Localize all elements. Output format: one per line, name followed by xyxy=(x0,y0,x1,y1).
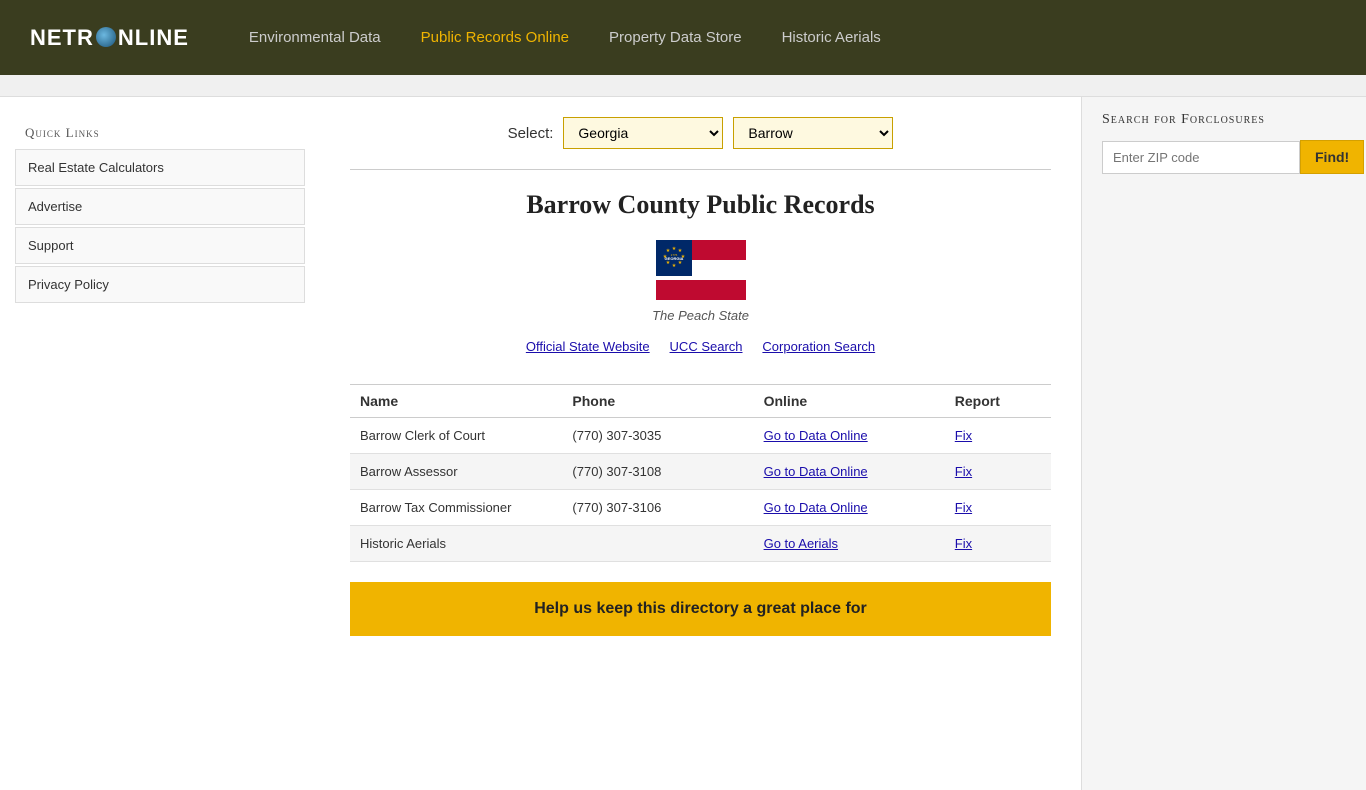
record-online: Go to Data Online xyxy=(754,454,945,490)
page-title: Barrow County Public Records xyxy=(350,190,1051,220)
record-phone: (770) 307-3106 xyxy=(562,490,753,526)
go-to-data-link[interactable]: Go to Data Online xyxy=(764,428,935,443)
col-phone: Phone xyxy=(562,385,753,418)
record-report: Fix xyxy=(945,454,1051,490)
nav-historic-aerials[interactable]: Historic Aerials xyxy=(782,29,881,46)
main-container: Quick Links Real Estate Calculators Adve… xyxy=(0,97,1366,790)
record-name: Barrow Clerk of Court xyxy=(350,418,562,454)
sidebar-item-real-estate[interactable]: Real Estate Calculators xyxy=(15,149,305,186)
official-state-website-link[interactable]: Official State Website xyxy=(526,339,650,354)
nav-property-data[interactable]: Property Data Store xyxy=(609,29,742,46)
sidebar-item-advertise[interactable]: Advertise xyxy=(15,188,305,225)
go-to-data-link[interactable]: Go to Data Online xyxy=(764,500,935,515)
yellow-banner-text: Help us keep this directory a great plac… xyxy=(534,600,867,617)
record-report: Fix xyxy=(945,418,1051,454)
fix-link[interactable]: Fix xyxy=(955,464,1041,479)
table-row: Barrow Assessor(770) 307-3108 Go to Data … xyxy=(350,454,1051,490)
georgia-flag: ★ ★ ★ ★ ★ ★ ★ ★ GEORGIA 1776 xyxy=(656,240,746,300)
record-name: Barrow Assessor xyxy=(350,454,562,490)
subheader-bar xyxy=(0,75,1366,97)
find-button[interactable]: Find! xyxy=(1300,140,1364,174)
sidebar-item-privacy[interactable]: Privacy Policy xyxy=(15,266,305,303)
record-online: Go to Data Online xyxy=(754,418,945,454)
main-content: Select: Georgia Barrow Barrow County Pub… xyxy=(320,97,1081,790)
header: NETR NLINE Environmental Data Public Reco… xyxy=(0,0,1366,75)
zip-search-row: Find! xyxy=(1102,140,1346,174)
globe-icon xyxy=(96,27,116,47)
col-name: Name xyxy=(350,385,562,418)
yellow-banner: Help us keep this directory a great plac… xyxy=(350,582,1051,636)
table-row: Barrow Tax Commissioner(770) 307-3106 Go … xyxy=(350,490,1051,526)
record-report: Fix xyxy=(945,490,1051,526)
record-name: Historic Aerials xyxy=(350,526,562,562)
nav-public-records[interactable]: Public Records Online xyxy=(421,29,569,46)
flag-area: ★ ★ ★ ★ ★ ★ ★ ★ GEORGIA 1776 The Peach S… xyxy=(350,240,1051,323)
svg-text:★: ★ xyxy=(671,246,676,252)
ucc-search-link[interactable]: UCC Search xyxy=(670,339,743,354)
table-row: Historic Aerials Go to Aerials Fix xyxy=(350,526,1051,562)
svg-text:1776: 1776 xyxy=(670,253,677,257)
record-name: Barrow Tax Commissioner xyxy=(350,490,562,526)
fix-link[interactable]: Fix xyxy=(955,536,1041,551)
county-select[interactable]: Barrow xyxy=(733,117,893,149)
logo: NETR NLINE xyxy=(30,25,189,51)
sidebar-item-support[interactable]: Support xyxy=(15,227,305,264)
foreclosure-title: Search for Forclosures xyxy=(1102,112,1346,128)
records-table: Name Phone Online Report Barrow Clerk of… xyxy=(350,384,1051,562)
record-online: Go to Data Online xyxy=(754,490,945,526)
flag-caption: The Peach State xyxy=(350,308,1051,323)
go-to-data-link[interactable]: Go to Data Online xyxy=(764,464,935,479)
col-online: Online xyxy=(754,385,945,418)
quick-links-title: Quick Links xyxy=(15,117,305,149)
record-phone: (770) 307-3108 xyxy=(562,454,753,490)
main-nav: Environmental Data Public Records Online… xyxy=(249,29,881,46)
logo-text-left: NETR xyxy=(30,25,94,51)
record-phone: (770) 307-3035 xyxy=(562,418,753,454)
corporation-search-link[interactable]: Corporation Search xyxy=(762,339,875,354)
logo-text-right: NLINE xyxy=(118,25,189,51)
table-row: Barrow Clerk of Court(770) 307-3035 Go to… xyxy=(350,418,1051,454)
record-phone xyxy=(562,526,753,562)
svg-text:★: ★ xyxy=(671,263,676,269)
left-sidebar: Quick Links Real Estate Calculators Adve… xyxy=(0,97,320,790)
fix-link[interactable]: Fix xyxy=(955,428,1041,443)
record-report: Fix xyxy=(945,526,1051,562)
col-report: Report xyxy=(945,385,1051,418)
fix-link[interactable]: Fix xyxy=(955,500,1041,515)
content-divider xyxy=(350,169,1051,170)
zip-input[interactable] xyxy=(1102,141,1300,174)
state-links: Official State Website UCC Search Corpor… xyxy=(350,338,1051,354)
right-sidebar: Search for Forclosures Find! xyxy=(1081,97,1366,790)
state-select[interactable]: Georgia xyxy=(563,117,723,149)
table-header-row: Name Phone Online Report xyxy=(350,385,1051,418)
go-to-data-link[interactable]: Go to Aerials xyxy=(764,536,935,551)
nav-environmental[interactable]: Environmental Data xyxy=(249,29,381,46)
records-tbody: Barrow Clerk of Court(770) 307-3035 Go to… xyxy=(350,418,1051,562)
select-label: Select: xyxy=(508,125,554,142)
record-online: Go to Aerials xyxy=(754,526,945,562)
select-row: Select: Georgia Barrow xyxy=(350,117,1051,149)
